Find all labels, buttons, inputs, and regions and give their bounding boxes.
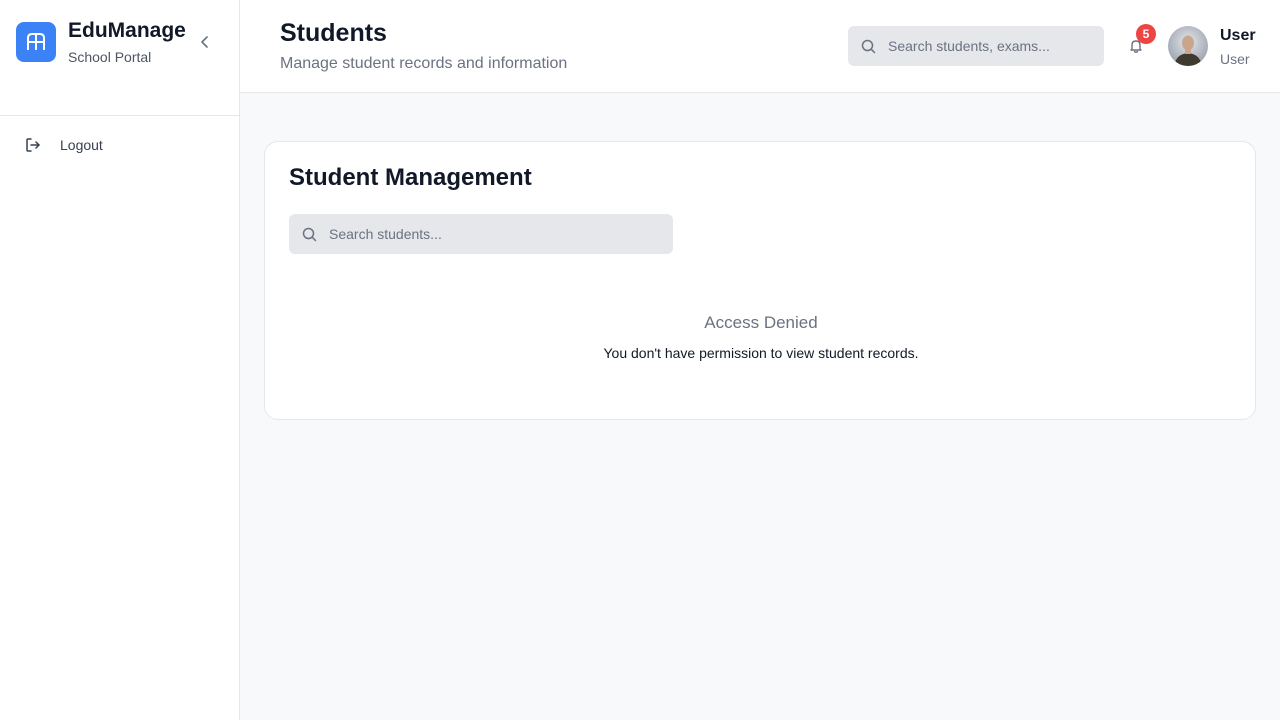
search-icon <box>301 226 317 242</box>
access-denied-message: You don't have permission to view studen… <box>603 345 919 361</box>
card-title: Student Management <box>289 164 532 191</box>
sidebar-item-logout[interactable]: Logout <box>16 130 224 160</box>
page-subtitle: Manage student records and information <box>280 55 568 72</box>
user-role: User <box>1220 51 1250 67</box>
logout-icon <box>24 136 42 154</box>
collapse-sidebar-button[interactable] <box>196 33 214 51</box>
user-name: User <box>1220 27 1256 44</box>
sidebar-item-label: Logout <box>60 137 103 153</box>
sidebar: EduManage School Portal Logout <box>0 0 240 720</box>
global-search[interactable] <box>848 26 1104 66</box>
access-denied-title: Access Denied <box>704 313 818 332</box>
sidebar-divider <box>0 115 239 116</box>
student-management-card: Student Management Access Denied You don… <box>264 141 1256 420</box>
student-search[interactable] <box>289 214 673 254</box>
avatar[interactable] <box>1168 26 1208 66</box>
global-search-input[interactable] <box>888 38 1088 54</box>
brand[interactable]: EduManage School Portal <box>16 19 186 66</box>
brand-text: EduManage School Portal <box>68 18 186 66</box>
chevron-left-icon <box>201 36 208 48</box>
top-header: Students Manage student records and info… <box>240 0 1280 93</box>
brand-logo-icon <box>16 22 56 62</box>
page-title: Students <box>280 19 387 47</box>
search-icon <box>860 38 876 54</box>
notification-count-badge: 5 <box>1136 24 1156 44</box>
student-search-input[interactable] <box>329 226 529 242</box>
brand-subtitle: School Portal <box>68 49 152 65</box>
brand-title: EduManage <box>68 19 186 42</box>
